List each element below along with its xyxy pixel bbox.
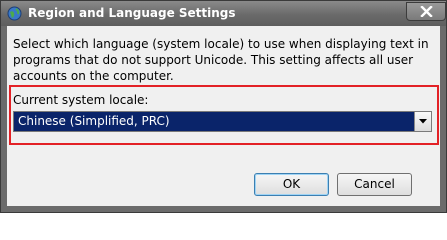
app-globe-icon: [7, 6, 22, 21]
dialog-window: Region and Language Settings Select whic…: [0, 0, 447, 213]
window-title: Region and Language Settings: [28, 6, 236, 20]
ok-button[interactable]: OK: [254, 173, 329, 196]
system-locale-value: Chinese (Simplified, PRC): [18, 114, 170, 128]
close-button[interactable]: [406, 2, 446, 21]
dropdown-arrow-button[interactable]: [414, 112, 431, 131]
description-text: Select which language (system locale) to…: [13, 37, 429, 83]
system-locale-dropdown[interactable]: Chinese (Simplified, PRC): [13, 111, 432, 132]
chevron-down-icon: [419, 119, 427, 124]
cancel-button[interactable]: Cancel: [337, 173, 412, 196]
title-bar[interactable]: Region and Language Settings: [1, 1, 446, 26]
dialog-body: Select which language (system locale) to…: [7, 26, 440, 206]
close-icon: [420, 6, 433, 17]
locale-label: Current system locale:: [13, 93, 149, 107]
